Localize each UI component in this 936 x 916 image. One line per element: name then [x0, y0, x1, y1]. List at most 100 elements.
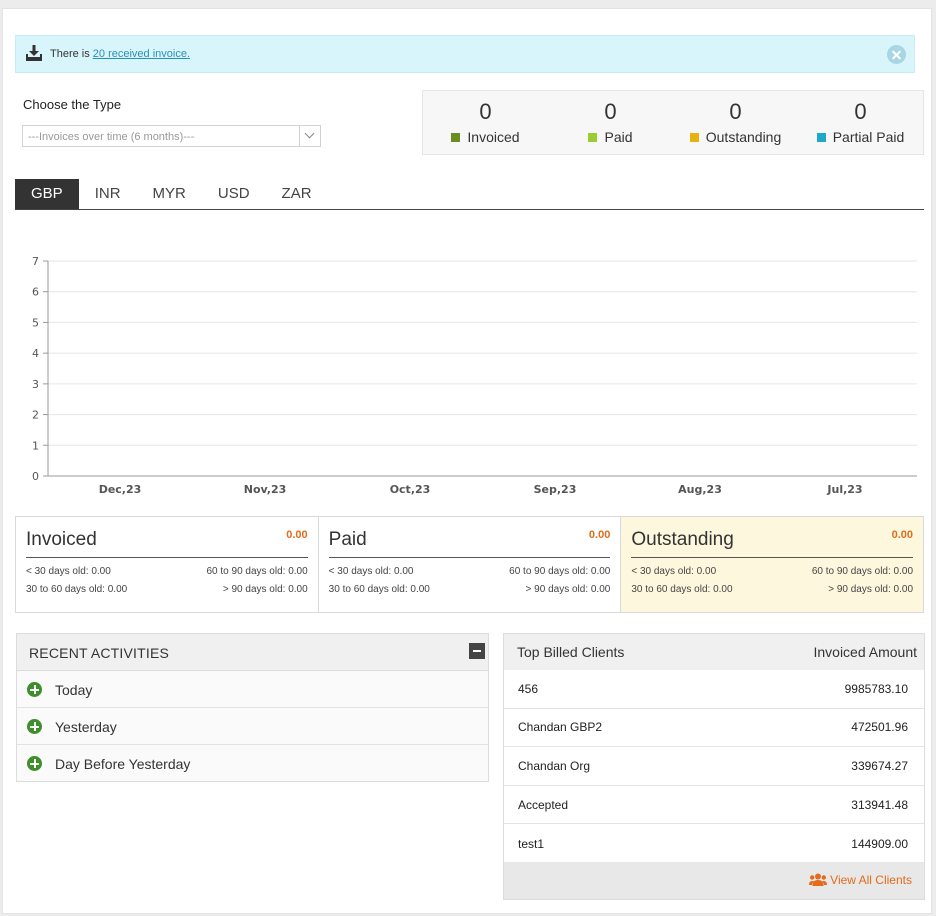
client-row[interactable]: Accepted 313941.48	[504, 786, 924, 825]
aging-row: 30 to 60 days old: 0.00 > 90 days old: 0.…	[631, 584, 913, 595]
view-all-clients-link[interactable]: View All Clients	[809, 873, 912, 887]
y-tick-label: 7	[32, 255, 39, 268]
summary-partial-paid: 0 Partial Paid	[798, 91, 923, 154]
activity-label: Yesterday	[55, 719, 117, 735]
summary-count: 0	[604, 99, 617, 124]
aging-card-header: Outstanding 0.00	[631, 529, 914, 558]
aging-lt30: < 30 days old: 0.00	[328, 566, 414, 577]
client-row[interactable]: test1 144909.00	[504, 824, 924, 863]
expand-plus-icon[interactable]	[27, 719, 42, 734]
aging-30-60: 30 to 60 days old: 0.00	[328, 584, 430, 595]
aging-60-90: 60 to 90 days old: 0.00	[509, 566, 611, 577]
aging-card-paid: Paid 0.00 < 30 days old: 0.00 60 to 90 days…	[319, 517, 622, 612]
download-icon	[26, 45, 42, 61]
aging-row: < 30 days old: 0.00 60 to 90 days old: 0.…	[26, 566, 308, 577]
x-tick-label: Jul,23	[826, 483, 862, 496]
expand-plus-icon[interactable]	[27, 682, 42, 697]
close-icon[interactable]	[887, 45, 906, 64]
summary-label-row: Outstanding	[673, 129, 798, 145]
summary-label: Invoiced	[467, 129, 520, 145]
recent-activities-panel: RECENT ACTIVITIES Today Yesterday Day Befo…	[16, 633, 489, 782]
aging-30-60: 30 to 60 days old: 0.00	[26, 584, 128, 595]
aging-card-title: Paid	[328, 529, 367, 550]
summary-label: Partial Paid	[832, 129, 905, 145]
collapse-icon[interactable]	[469, 643, 485, 659]
summary-count: 0	[479, 99, 492, 124]
x-tick-label: Oct,23	[390, 483, 431, 496]
aging-30-60: 30 to 60 days old: 0.00	[631, 584, 733, 595]
aging-row: < 30 days old: 0.00 60 to 90 days old: 0.…	[329, 566, 611, 577]
aging-gt90: > 90 days old: 0.00	[828, 584, 914, 595]
chart-type-select[interactable]: ---Invoices over time (6 months)---	[22, 125, 321, 147]
aging-lt30: < 30 days old: 0.00	[631, 566, 717, 577]
tab-myr[interactable]: MYR	[137, 179, 202, 209]
client-amount: 313941.48	[851, 797, 908, 812]
client-row[interactable]: Chandan GBP2 472501.96	[504, 709, 924, 748]
summary-invoiced: 0 Invoiced	[423, 91, 548, 154]
tab-gbp[interactable]: GBP	[15, 179, 79, 209]
notice-message: There is 20 received invoice.	[50, 48, 190, 60]
summary-label-row: Partial Paid	[798, 129, 923, 145]
y-tick-label: 0	[32, 470, 39, 483]
recent-activities-title: RECENT ACTIVITIES	[29, 645, 170, 661]
x-tick-label: Sep,23	[534, 483, 577, 496]
aging-card-title: Outstanding	[631, 529, 734, 550]
aging-lt30: < 30 days old: 0.00	[26, 566, 111, 577]
client-name: Accepted	[518, 797, 569, 812]
chevron-down-icon[interactable]	[299, 126, 320, 146]
x-tick-label: Dec,23	[99, 483, 142, 496]
aging-row: 30 to 60 days old: 0.00 > 90 days old: 0.…	[329, 584, 611, 595]
notice-text: There is	[50, 48, 93, 60]
x-tick-label: Aug,23	[678, 483, 722, 496]
tab-inr[interactable]: INR	[79, 179, 137, 209]
aging-card-invoiced: Invoiced 0.00 < 30 days old: 0.00 60 to 90 …	[16, 517, 319, 612]
aging-card-outstanding: Outstanding 0.00 < 30 days old: 0.00 60 to …	[621, 517, 924, 612]
legend-swatch	[588, 133, 598, 142]
view-all-clients-label: View All Clients	[830, 873, 912, 887]
aging-card-title: Invoiced	[26, 529, 97, 550]
activity-day-before-yesterday[interactable]: Day Before Yesterday	[17, 745, 488, 782]
dashboard-page: There is 20 received invoice. Choose the…	[2, 8, 932, 914]
summary-count: 0	[854, 99, 867, 124]
client-name: Chandan Org	[518, 758, 591, 773]
received-invoice-link[interactable]: 20 received invoice.	[93, 48, 190, 60]
aging-row: < 30 days old: 0.00 60 to 90 days old: 0.…	[631, 566, 913, 577]
invoice-chart-svg: 0 1 2 3 4 5 6 7 Dec,23 Nov,23 Oct,23 Sep,23 Aug,23 Ju…	[32, 255, 917, 496]
aging-card-amount: 0.00	[286, 529, 308, 541]
client-row[interactable]: 456 9985783.10	[504, 670, 924, 709]
y-tick-label: 4	[32, 347, 39, 360]
expand-plus-icon[interactable]	[27, 756, 42, 771]
clients-column-header: Top Billed Clients	[517, 644, 625, 660]
y-tick-label: 1	[32, 439, 39, 452]
aging-60-90: 60 to 90 days old: 0.00	[206, 566, 308, 577]
client-row[interactable]: Chandan Org 339674.27	[504, 747, 924, 786]
invoice-chart: 0 1 2 3 4 5 6 7 Dec,23 Nov,23 Oct,23 Sep,23 Aug,23 Ju…	[15, 241, 927, 501]
activity-today[interactable]: Today	[17, 671, 488, 708]
aging-card-amount: 0.00	[588, 529, 611, 541]
received-invoice-notice: There is 20 received invoice.	[15, 35, 915, 73]
summary-label-row: Invoiced	[423, 129, 548, 145]
tab-zar[interactable]: ZAR	[266, 179, 328, 209]
summary-label: Paid	[604, 129, 633, 145]
users-icon	[809, 873, 828, 886]
y-tick-label: 5	[32, 316, 39, 329]
y-tick-label: 6	[32, 286, 39, 299]
recent-activities-header: RECENT ACTIVITIES	[17, 634, 488, 671]
currency-tabs: GBP INR MYR USD ZAR	[15, 179, 924, 210]
summary-label-row: Paid	[548, 129, 673, 145]
activity-label: Day Before Yesterday	[55, 756, 191, 772]
aging-card-header: Paid 0.00	[328, 529, 611, 558]
summary-outstanding: 0 Outstanding	[673, 91, 798, 154]
tab-usd[interactable]: USD	[202, 179, 266, 209]
client-name: test1	[518, 836, 545, 851]
activity-yesterday[interactable]: Yesterday	[17, 708, 488, 745]
x-tick-label: Nov,23	[244, 483, 287, 496]
aging-card-amount: 0.00	[891, 529, 914, 541]
choose-type-label: Choose the Type	[23, 97, 122, 112]
invoice-summary: 0 Invoiced 0 Paid 0 Outstanding 0 Partial Paid	[422, 90, 924, 155]
aging-card-header: Invoiced 0.00	[26, 529, 308, 558]
legend-swatch	[689, 133, 699, 142]
clients-footer: View All Clients	[504, 862, 924, 899]
client-amount: 144909.00	[851, 836, 908, 851]
legend-swatch	[451, 133, 461, 142]
